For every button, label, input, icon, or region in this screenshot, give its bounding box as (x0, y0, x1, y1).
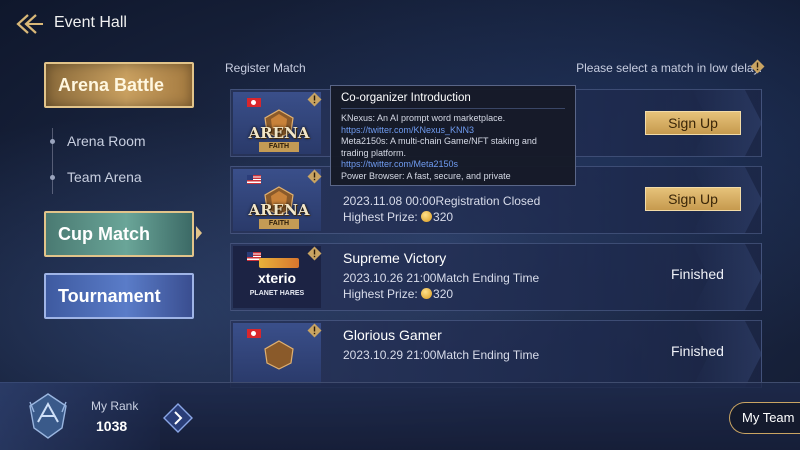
match-prize: Highest Prize: 320 (343, 210, 453, 224)
hk-flag-icon (247, 98, 261, 107)
sign-up-button[interactable]: Sign Up (645, 187, 741, 211)
prize-label: Highest Prize: (343, 287, 418, 301)
match-prize: Highest Prize: 320 (343, 287, 453, 301)
rank-label: My Rank (91, 399, 139, 413)
register-match-label: Register Match (225, 61, 306, 75)
match-date: 2023.11.08 00:00 (343, 194, 436, 208)
match-title: Supreme Victory (343, 250, 447, 266)
match-date-status: 2023.10.29 21:00Match Ending Time (343, 348, 539, 362)
match-card[interactable]: Glorious Gamer 2023.10.29 21:00Match End… (230, 320, 762, 388)
match-status: Match Ending Time (436, 271, 540, 285)
tooltip-link[interactable]: https://twitter.com/KNexus_KNN3 (341, 125, 565, 137)
coin-icon (421, 211, 433, 222)
submenu-dot (50, 139, 55, 144)
menu-tournament-label: Tournament (58, 285, 161, 306)
match-title: Glorious Gamer (343, 327, 442, 343)
header: Event Hall (0, 0, 800, 48)
match-card[interactable]: xterio PLANET HARES Supreme Victory 2023… (230, 243, 762, 311)
hk-flag-icon (247, 329, 261, 338)
arena-logo: ARENA FAITH (241, 108, 317, 152)
sign-up-button[interactable]: Sign Up (645, 111, 741, 135)
logo-subtext: PLANET HARES (249, 290, 305, 297)
match-date: 2023.10.26 21:00 (343, 271, 437, 285)
warning-diamond-icon[interactable] (307, 323, 322, 338)
menu-arena-battle-label: Arena Battle (58, 74, 165, 95)
logo-text: xterio (257, 270, 297, 286)
warning-diamond-icon[interactable] (307, 92, 322, 107)
finished-status: Finished (671, 343, 724, 359)
match-status: Registration Closed (435, 194, 541, 208)
match-status: Match Ending Time (436, 348, 540, 362)
logo-text: ARENA (248, 124, 310, 142)
us-flag-icon (247, 175, 261, 184)
logo-text: ARENA (248, 201, 310, 219)
warning-diamond-icon[interactable] (307, 246, 322, 261)
rank-emblem-icon (26, 392, 70, 440)
coin-icon (421, 288, 433, 299)
tooltip-divider (341, 108, 565, 109)
match-date-status: 2023.11.08 00:00Registration Closed (343, 194, 540, 208)
match-date-status: 2023.10.26 21:00Match Ending Time (343, 271, 539, 285)
prize-value: 320 (433, 210, 454, 224)
tooltip-line: Meta2150s: A multi-chain Game/NFT stakin… (341, 136, 537, 158)
tooltip-line: KNexus: An AI prompt word marketplace. (341, 113, 506, 123)
menu-cup-match-label: Cup Match (58, 223, 150, 244)
submenu-divider (52, 128, 53, 194)
menu-arena-battle[interactable]: Arena Battle (44, 62, 194, 108)
prize-value: 320 (433, 287, 454, 301)
arena-logo: ARENA FAITH (241, 185, 317, 229)
menu-team-arena[interactable]: Team Arena (67, 169, 142, 185)
warning-diamond-icon[interactable] (750, 59, 765, 74)
menu-arena-room[interactable]: Arena Room (67, 133, 146, 149)
prize-label: Highest Prize: (343, 210, 418, 224)
chevron-right-icon[interactable] (163, 403, 193, 433)
warning-diamond-icon[interactable] (307, 169, 322, 184)
finished-status: Finished (671, 266, 724, 282)
submenu-dot (50, 175, 55, 180)
my-team-button[interactable]: My Team (729, 402, 800, 434)
selected-arrow-icon (196, 226, 202, 240)
co-organizer-tooltip: Co-organizer Introduction KNexus: An AI … (330, 85, 576, 186)
game-logo-badge (259, 258, 299, 268)
tooltip-line: Power Browser: A fast, secure, and priva… (341, 170, 511, 181)
rank-panel (0, 382, 160, 450)
back-arrow-icon[interactable] (14, 12, 44, 36)
delay-hint: Please select a match in low delay. (576, 61, 762, 75)
match-date: 2023.10.29 21:00 (343, 348, 437, 362)
menu-cup-match[interactable]: Cup Match (44, 211, 194, 257)
tooltip-link[interactable]: https://twitter.com/Meta2150s (341, 159, 565, 171)
page-title: Event Hall (54, 14, 127, 31)
menu-tournament[interactable]: Tournament (44, 273, 194, 319)
logo-subtext: FAITH (259, 219, 299, 229)
tooltip-title: Co-organizer Introduction (341, 92, 471, 104)
logo-subtext: FAITH (259, 142, 299, 152)
rank-value: 1038 (96, 418, 128, 434)
